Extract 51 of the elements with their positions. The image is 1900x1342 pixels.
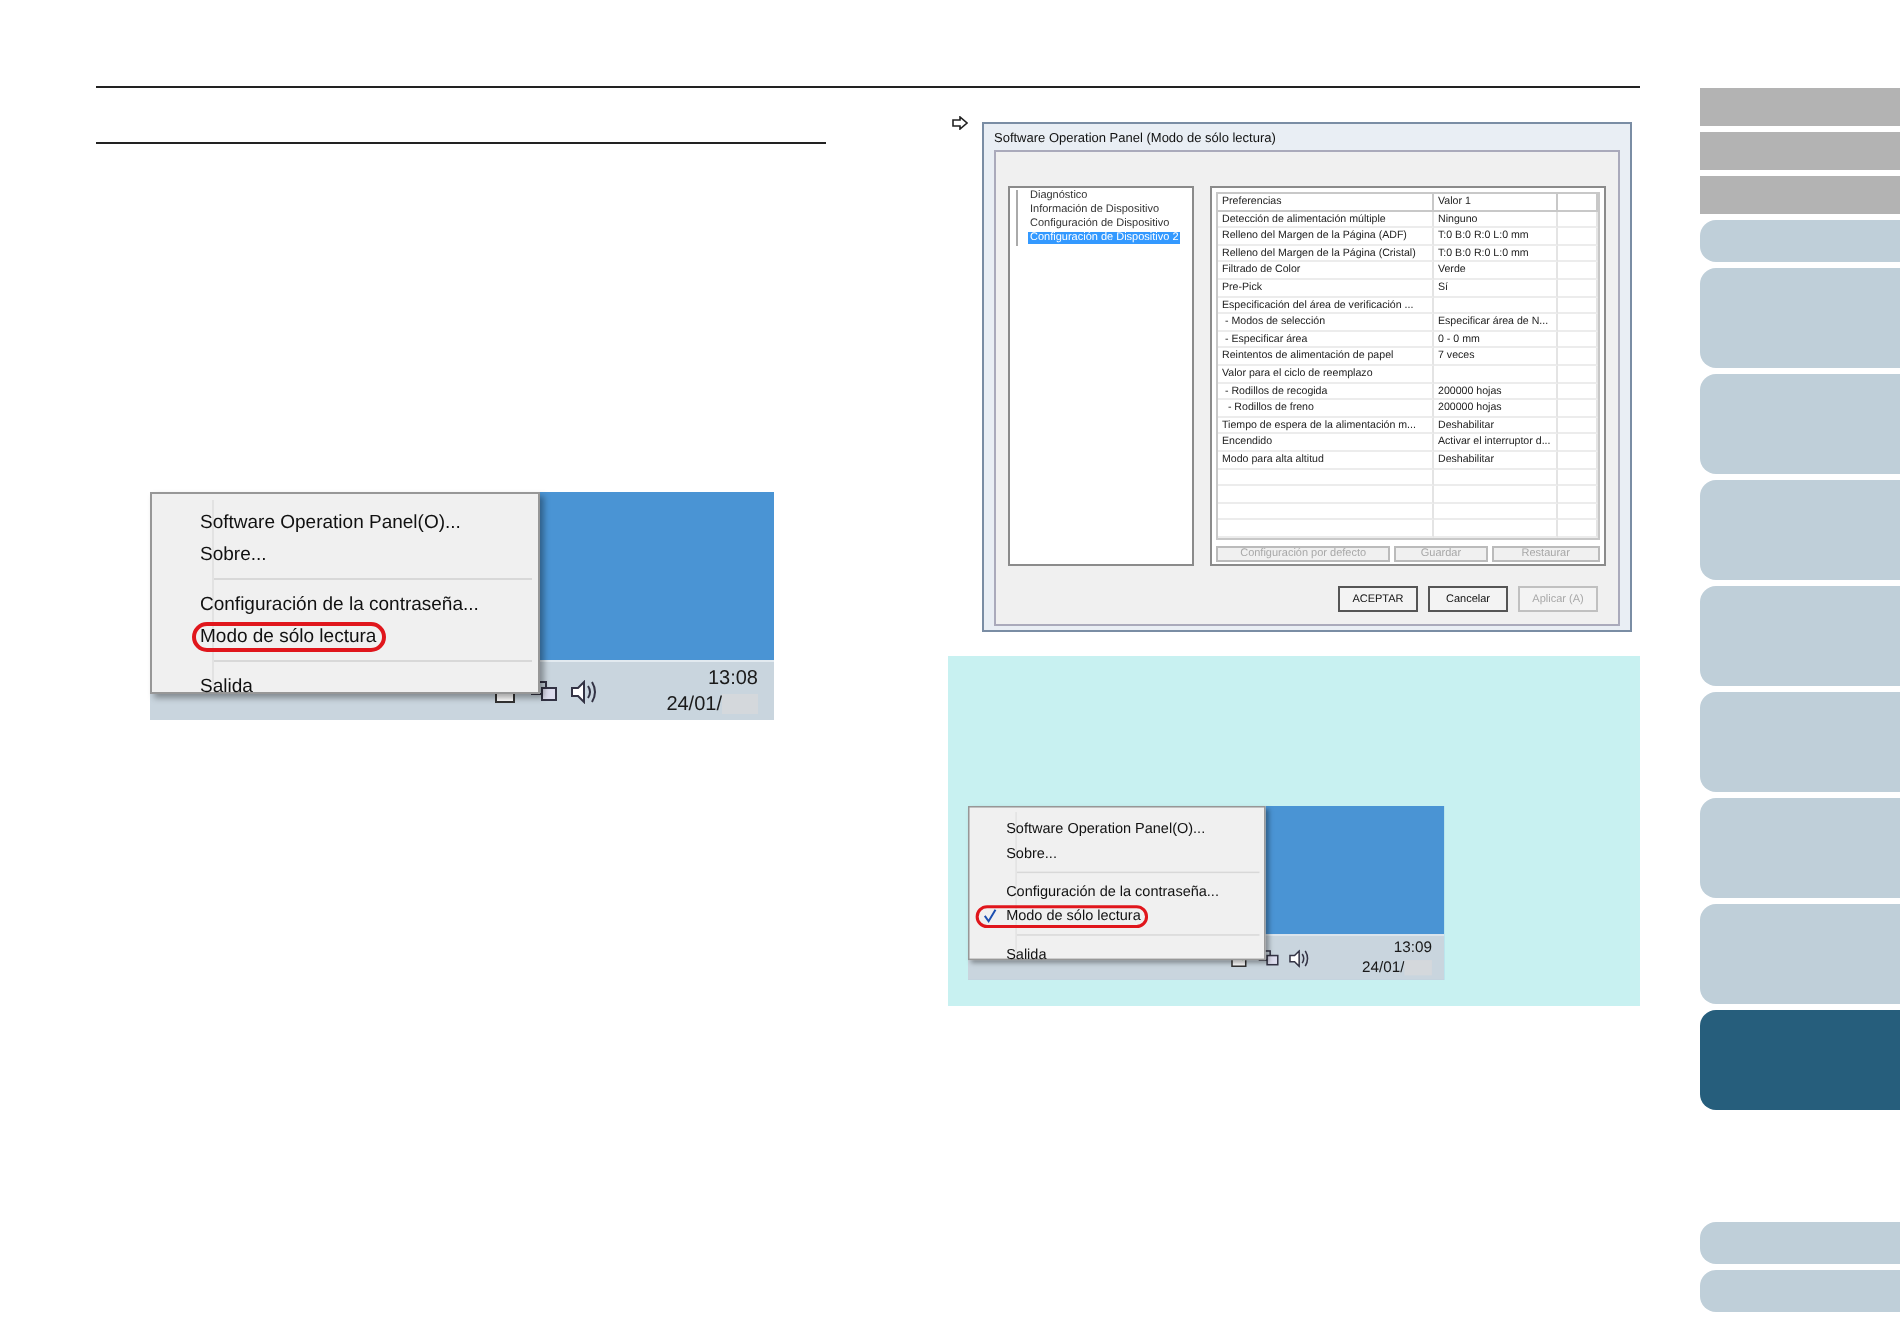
empty-table-cell: [1558, 417, 1598, 435]
side-tab[interactable]: [1700, 132, 1900, 170]
empty-table-cell: [1558, 211, 1598, 229]
empty-table-cell: [1558, 400, 1598, 418]
empty-table-cell: [1558, 365, 1598, 384]
empty-table-cell: [1558, 383, 1598, 401]
speaker-icon[interactable]: [570, 679, 598, 703]
arrow-icon: [952, 116, 968, 130]
empty-table-cell: [1558, 434, 1598, 452]
empty-table-cell: [1558, 348, 1598, 366]
empty-table-cell: [1558, 245, 1598, 263]
empty-table-cell: [1558, 228, 1598, 246]
empty-table-cell: [1558, 279, 1598, 298]
menu-item[interactable]: Salida: [158, 670, 532, 702]
empty-table-cell: [1558, 262, 1598, 280]
side-tab[interactable]: [1700, 88, 1900, 126]
empty-table-cell: [1558, 451, 1598, 469]
empty-table-cell: [1434, 365, 1558, 384]
side-tab[interactable]: [1700, 480, 1900, 580]
side-tab[interactable]: [1700, 1270, 1900, 1312]
speaker-icon[interactable]: [1288, 948, 1310, 967]
empty-table-cell: [1434, 297, 1558, 315]
side-tab[interactable]: [1700, 176, 1900, 214]
empty-table-cell: [1434, 469, 1558, 487]
side-tab[interactable]: [1700, 692, 1900, 792]
side-tab[interactable]: [1700, 798, 1900, 898]
side-tab[interactable]: [1700, 586, 1900, 686]
clock-date: 24/01/: [666, 691, 722, 717]
empty-table-cell: [1558, 520, 1598, 538]
menu-item[interactable]: Software Operation Panel(O)...: [158, 506, 532, 538]
empty-table-cell: [1434, 520, 1558, 538]
empty-table-cell: [1558, 503, 1598, 521]
empty-table-cell: [1558, 297, 1598, 315]
side-tab[interactable]: [1700, 268, 1900, 368]
empty-table-cell: [1434, 486, 1558, 504]
check-icon: [983, 908, 997, 924]
empty-table-cell: [1558, 314, 1598, 332]
network-icon[interactable]: [530, 679, 558, 703]
clock-time: 13:08: [707, 665, 758, 691]
side-tab[interactable]: [1700, 220, 1900, 262]
empty-table-cell: [1558, 486, 1598, 504]
side-tab[interactable]: [1700, 1222, 1900, 1264]
menu-item[interactable]: Sobre...: [158, 538, 532, 570]
empty-table-cell: [1558, 331, 1598, 349]
side-tab[interactable]: [1700, 904, 1900, 1004]
side-tab[interactable]: [1700, 374, 1900, 474]
empty-table-cell: [1434, 503, 1558, 521]
empty-table-cell: [1558, 469, 1598, 487]
menu-item[interactable]: Modo de sólo lectura: [158, 620, 532, 652]
side-tab[interactable]: [1700, 1010, 1900, 1110]
menu-item[interactable]: Configuración de la contraseña...: [158, 588, 532, 620]
